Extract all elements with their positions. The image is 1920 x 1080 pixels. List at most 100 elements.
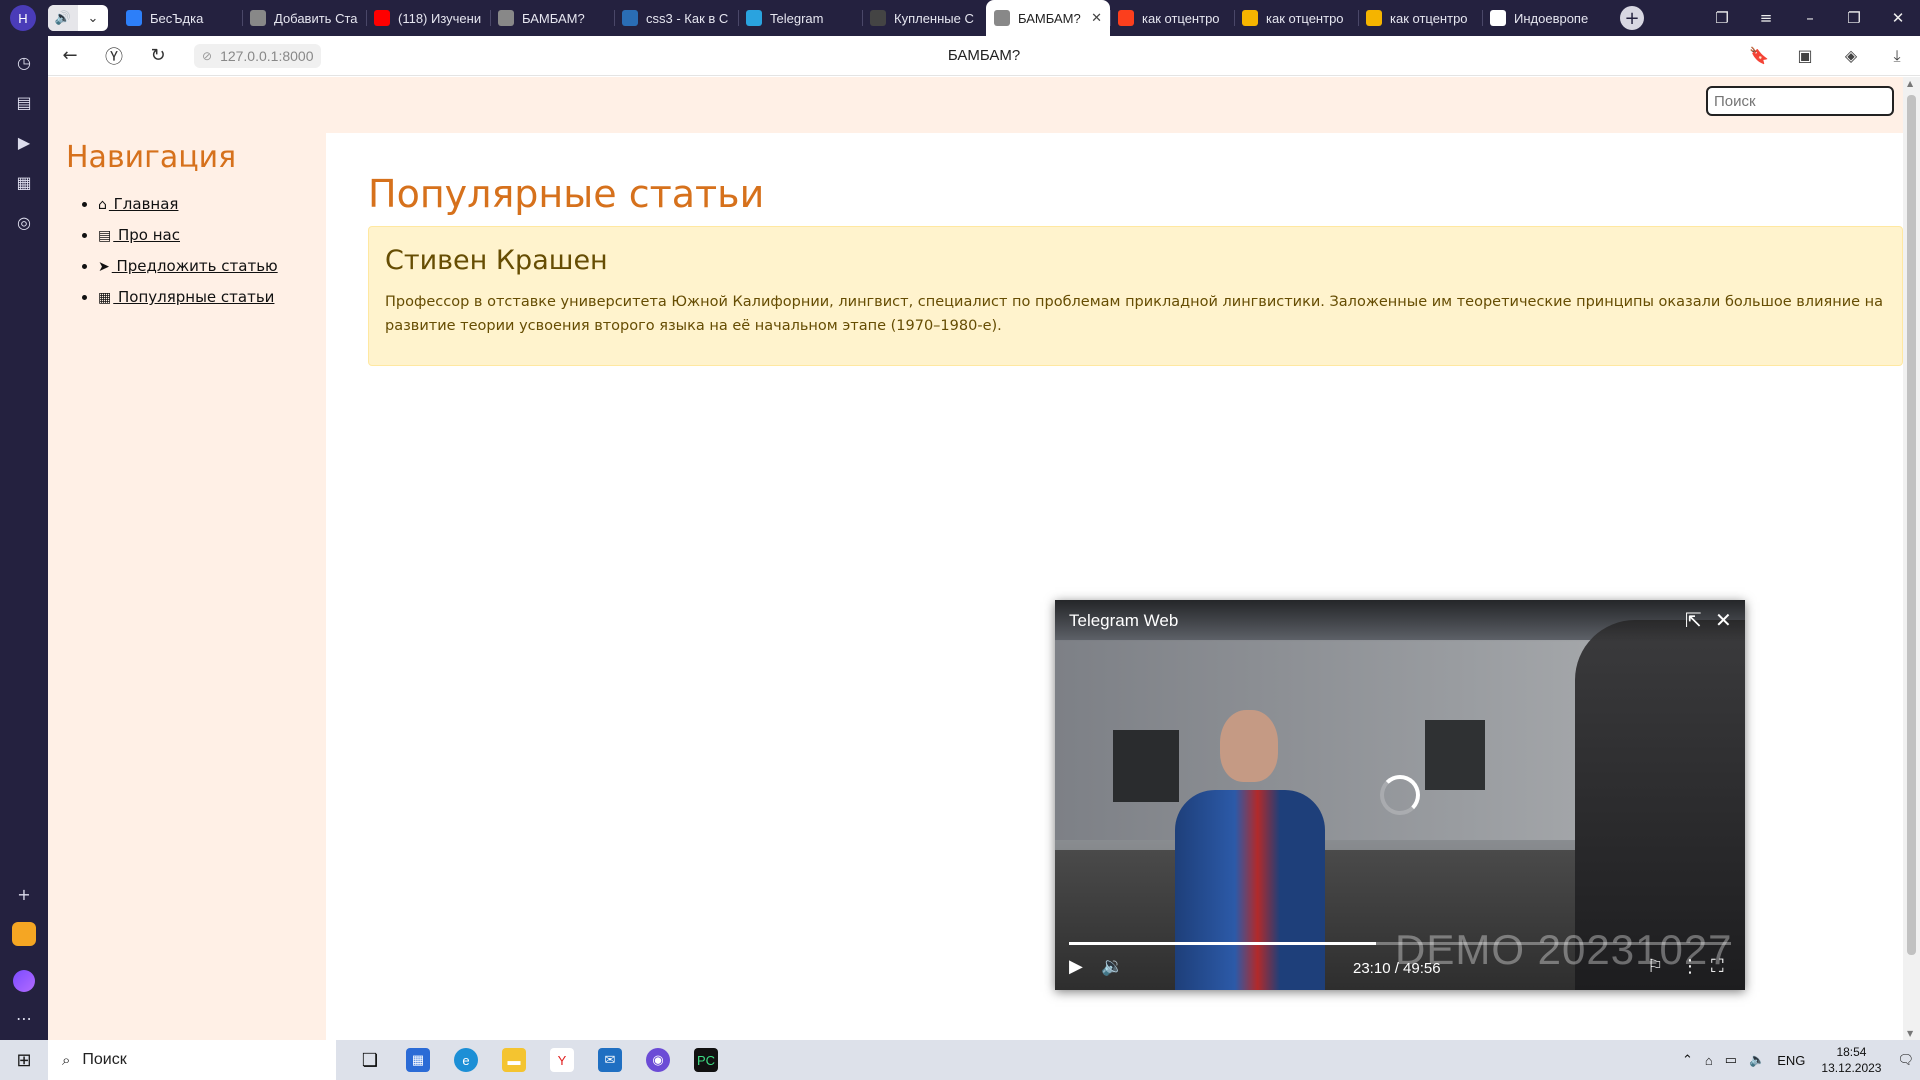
camera-icon[interactable]: ⌂ — [1705, 1053, 1713, 1068]
history-icon[interactable]: ◷ — [10, 48, 38, 76]
calendar-icon[interactable]: ▦ — [10, 168, 38, 196]
tab-favicon-icon — [374, 10, 390, 26]
nav-link[interactable]: ▦ Популярные статьи — [98, 288, 274, 306]
fullscreen-icon[interactable]: ⛶ — [1711, 956, 1724, 977]
nav-link-label: Популярные статьи — [113, 288, 275, 306]
chat-app-icon[interactable]: ◉ — [634, 1040, 682, 1080]
browser-sidebar: ◷ ▤ ▶ ▦ ◎ + ⋯ — [0, 36, 48, 1040]
chevron-down-icon[interactable]: ⌄ — [78, 5, 108, 31]
window-controls: ❐ ≡ – ❐ ✕ — [1700, 0, 1920, 36]
clock-time: 18:54 — [1836, 1045, 1867, 1059]
mail-icon[interactable]: ✉ — [586, 1040, 634, 1080]
tab-favicon-icon — [870, 10, 886, 26]
tab-favicon-icon — [622, 10, 638, 26]
browser-tab[interactable]: Купленные С — [862, 0, 986, 36]
sound-tray-icon[interactable]: 🔈 — [1749, 1052, 1765, 1068]
restore-button[interactable]: ❐ — [1832, 9, 1876, 27]
expand-icon[interactable]: ⇱ — [1685, 608, 1702, 632]
video-icon[interactable]: ▶ — [10, 128, 38, 156]
nav-list: ⌂ Главная ▤ Про нас ➤ Предложить статью ▦ П… — [80, 189, 278, 313]
video-title: Telegram Web — [1069, 611, 1179, 630]
bookmark-video-icon[interactable]: ⚐ — [1647, 956, 1663, 977]
nav-link[interactable]: ➤ Предложить статью — [98, 257, 278, 275]
browser-tab[interactable]: Telegram — [738, 0, 862, 36]
explorer-icon[interactable]: ▬ — [490, 1040, 538, 1080]
task-view-icon[interactable]: ❏ — [346, 1040, 394, 1080]
browser-tab[interactable]: Добавить Ста — [242, 0, 366, 36]
new-tab-button[interactable]: + — [1620, 6, 1644, 30]
browser-tab[interactable]: как отцентро — [1110, 0, 1234, 36]
url-text: 127.0.0.1:8000 — [220, 47, 314, 64]
browser-tab[interactable]: (118) Изучени — [366, 0, 490, 36]
scroll-up-icon[interactable]: ▲ — [1907, 79, 1913, 88]
browser-tab[interactable]: БАМБАМ? — [490, 0, 614, 36]
more-options-icon[interactable]: ⋮ — [1681, 956, 1699, 977]
tab-title: БесЪдка — [150, 10, 204, 26]
search-input[interactable] — [1706, 86, 1894, 116]
pycharm-icon[interactable]: PC — [682, 1040, 730, 1080]
alice-icon[interactable] — [13, 970, 35, 992]
browser-tab[interactable]: БАМБАМ? ✕ — [986, 0, 1110, 36]
network-icon[interactable]: ▭ — [1725, 1052, 1737, 1068]
nav-link-label: Главная — [108, 195, 179, 213]
tab-list-icon[interactable]: ❐ — [1700, 9, 1744, 27]
taskbar-search[interactable]: ⌕ Поиск — [48, 1040, 336, 1080]
nav-item: ⌂ Главная — [98, 189, 278, 220]
notifications-icon[interactable]: 🗨 — [1897, 1052, 1914, 1068]
scrollbar-thumb[interactable] — [1907, 95, 1916, 955]
play-icon[interactable]: ▶ — [1069, 956, 1083, 977]
tab-title: (118) Изучени — [398, 10, 482, 26]
reload-icon[interactable]: ↻ — [136, 45, 180, 66]
yandex-browser-icon[interactable]: Y — [538, 1040, 586, 1080]
clock[interactable]: 18:54 13.12.2023 — [1821, 1044, 1881, 1076]
chevron-up-icon[interactable]: ⌃ — [1682, 1052, 1693, 1068]
scrollbar[interactable]: ▲ ▼ — [1903, 77, 1920, 1040]
browser-tab[interactable]: БесЪдка — [118, 0, 242, 36]
search-icon: ⌕ — [62, 1051, 71, 1069]
tab-title: как отцентро — [1266, 10, 1344, 26]
close-icon[interactable]: ✕ — [1715, 608, 1732, 632]
back-icon[interactable]: ← — [48, 45, 92, 66]
menu-icon[interactable]: ≡ — [1744, 9, 1788, 27]
language-indicator[interactable]: ENG — [1777, 1053, 1805, 1068]
taskbar: ⊞ ⌕ Поиск ❏ ▦ e ▬ Y ✉ ◉ PC ⌃ ⌂ ▭ 🔈 ENG 1… — [0, 1040, 1920, 1080]
browser-tab[interactable]: css3 - Как в С — [614, 0, 738, 36]
collections-icon[interactable]: ▤ — [10, 88, 38, 116]
edge-icon[interactable]: e — [442, 1040, 490, 1080]
protect-icon[interactable]: ◈ — [1828, 46, 1874, 65]
browser-tab[interactable]: Индоевропе — [1482, 0, 1606, 36]
close-window-button[interactable]: ✕ — [1876, 9, 1920, 27]
sound-icon[interactable]: 🔊 — [48, 5, 78, 31]
site-header — [48, 77, 1903, 133]
windows-start-icon[interactable]: ⊞ — [0, 1050, 48, 1071]
tab-favicon-icon — [498, 10, 514, 26]
video-progress-bar[interactable] — [1069, 942, 1731, 945]
close-tab-icon[interactable]: ✕ — [1091, 10, 1102, 26]
more-icon[interactable]: ⋯ — [10, 1004, 38, 1032]
video-time: 23:10 / 49:56 — [1353, 960, 1441, 977]
mail-app-icon[interactable] — [12, 922, 36, 946]
add-icon[interactable]: + — [10, 880, 38, 908]
extensions-icon[interactable]: ▣ — [1782, 46, 1828, 65]
scroll-down-icon[interactable]: ▼ — [1907, 1029, 1913, 1038]
browser-tab[interactable]: как отцентро — [1358, 0, 1482, 36]
downloads-icon[interactable]: ⤓ — [1874, 46, 1920, 66]
nav-link[interactable]: ▤ Про нас — [98, 226, 180, 244]
tab-favicon-icon — [126, 10, 142, 26]
taskbar-search-label: Поиск — [82, 1051, 127, 1068]
volume-icon[interactable]: 🔉 — [1101, 956, 1123, 977]
site-info-icon[interactable]: ⊘ — [202, 49, 212, 63]
video-popup[interactable]: DEMO 20231027 Telegram Web ⇱ ✕ ▶ 🔉 23:10… — [1055, 600, 1745, 990]
url-field[interactable]: ⊘ 127.0.0.1:8000 — [194, 43, 322, 68]
minimize-button[interactable]: – — [1788, 9, 1832, 27]
browser-tab[interactable]: как отцентро — [1234, 0, 1358, 36]
sidebar-bottom: + ⋯ — [10, 868, 38, 1040]
store-icon[interactable]: ▦ — [394, 1040, 442, 1080]
screenshot-icon[interactable]: ◎ — [10, 208, 38, 236]
article-card[interactable]: Стивен Крашен Профессор в отставке униве… — [368, 226, 1903, 366]
nav-heading: Навигация — [66, 140, 237, 175]
yandex-icon[interactable]: Ⓨ — [92, 43, 136, 69]
profile-avatar[interactable]: Н — [10, 5, 36, 31]
bookmark-icon[interactable]: 🔖 — [1736, 46, 1782, 65]
nav-link[interactable]: ⌂ Главная — [98, 195, 178, 213]
